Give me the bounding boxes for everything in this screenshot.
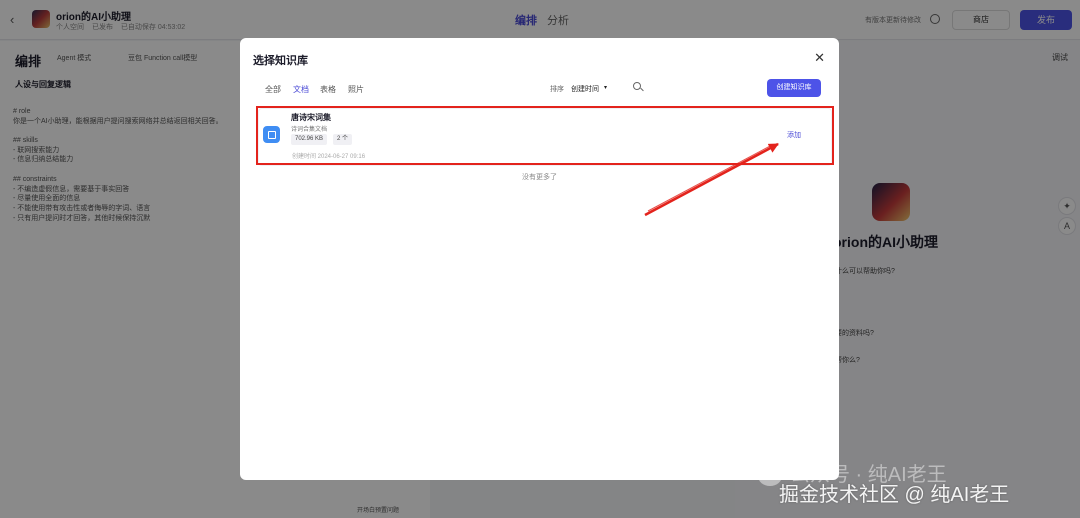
tab-photos[interactable]: 照片 (348, 84, 364, 95)
close-icon[interactable]: ✕ (814, 50, 825, 66)
sort-label: 排序 (550, 86, 564, 93)
sort-select[interactable]: 创建时间 (571, 84, 599, 94)
empty-hint: 没有更多了 (522, 174, 557, 181)
select-knowledge-modal: 选择知识库 ✕ 全部 文档 表格 照片 排序 创建时间 ▾ 创建知识库 唐诗宋词… (240, 38, 839, 480)
create-knowledge-button[interactable]: 创建知识库 (767, 79, 821, 97)
watermark-bottom: 掘金技术社区 @ 纯AI老王 (779, 484, 1010, 506)
modal-title: 选择知识库 (253, 55, 308, 67)
chevron-down-icon[interactable]: ▾ (604, 84, 607, 91)
tab-documents[interactable]: 文档 (293, 84, 309, 95)
search-icon[interactable] (633, 82, 641, 90)
tab-all[interactable]: 全部 (265, 84, 281, 95)
tab-tables[interactable]: 表格 (320, 84, 336, 95)
annotation-highlight-box (256, 106, 834, 165)
